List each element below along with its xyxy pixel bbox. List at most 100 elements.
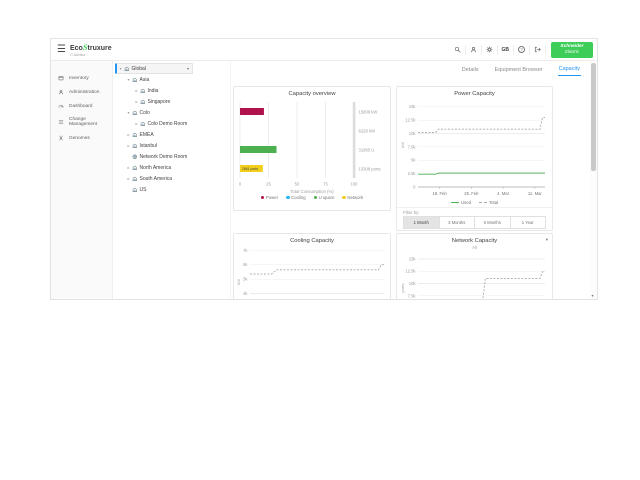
tree-item-label: US bbox=[140, 187, 147, 193]
location-icon bbox=[140, 88, 146, 94]
tree-item-label: Singapore bbox=[148, 99, 171, 105]
legend-network[interactable]: Network bbox=[342, 195, 363, 200]
locale-selector[interactable]: GB bbox=[498, 45, 515, 55]
tab-equipment-browser[interactable]: Equipment Browser bbox=[494, 64, 544, 76]
location-tree: ▾Global▾▾Asia▸India▸Singapore▾Colo▸Colo … bbox=[113, 61, 231, 299]
cooling-capacity-card: Cooling Capacity 7k6k5k4kkW bbox=[233, 233, 391, 300]
filter-divider bbox=[397, 207, 552, 208]
legend-label: Cooling bbox=[291, 195, 306, 200]
inventory-icon bbox=[58, 75, 64, 81]
svg-text:10k: 10k bbox=[409, 281, 417, 286]
tree-item-label: North America bbox=[140, 165, 172, 171]
svg-text:4. Mar: 4. Mar bbox=[497, 191, 509, 196]
sidebar-item-administration[interactable]: Administration bbox=[51, 85, 112, 99]
expand-caret-icon[interactable]: ▸ bbox=[125, 132, 132, 137]
tree-item-label: Istanbul bbox=[140, 143, 158, 149]
legend-line-sample-icon bbox=[451, 202, 459, 203]
tree-item-south-america[interactable]: ▸South America bbox=[113, 173, 230, 184]
legend-total[interactable]: Total bbox=[479, 200, 498, 205]
logo-text-pre: Eco bbox=[70, 45, 83, 52]
location-icon bbox=[132, 110, 138, 116]
top-bar: ☰ EcoStruxure IT Advisor GB ? bbox=[51, 39, 597, 61]
legend-line-sample-icon bbox=[479, 202, 487, 203]
network-capacity-chart: 15k12.5k10k7.5kports bbox=[400, 252, 549, 300]
svg-text:0: 0 bbox=[413, 185, 416, 190]
tree-item-us[interactable]: US bbox=[113, 184, 230, 195]
tree-item-istanbul[interactable]: ▸ Istanbul bbox=[113, 140, 230, 151]
expand-caret-icon[interactable]: ▸ bbox=[125, 176, 132, 181]
filter-by-label: Filter by: bbox=[403, 210, 552, 215]
bar-power bbox=[240, 108, 264, 115]
legend-power[interactable]: Power bbox=[261, 195, 278, 200]
menu-hamburger-icon[interactable]: ☰ bbox=[57, 45, 66, 55]
svg-text:15k: 15k bbox=[409, 104, 417, 109]
expand-caret-icon[interactable]: ▸ bbox=[125, 165, 132, 170]
legend-label: Used bbox=[461, 200, 471, 205]
tree-item-india[interactable]: ▸ India bbox=[113, 85, 230, 96]
expand-caret-icon[interactable]: ▸ bbox=[133, 121, 140, 126]
cooling-capacity-chart: 7k6k5k4kkW bbox=[236, 246, 388, 300]
sidebar-item-label: Change Management bbox=[69, 117, 110, 127]
tree-item-label: Colo bbox=[140, 110, 150, 116]
sidebar-item-label: Administration bbox=[69, 90, 99, 95]
schneider-electric-logo: Schneider Electric bbox=[551, 42, 593, 58]
legend-used[interactable]: Used bbox=[451, 200, 471, 205]
power-capacity-card: Power Capacity 15k12.5k10k7.5k5k2.5k0kW1… bbox=[396, 86, 553, 231]
app-logo: EcoStruxure IT Advisor bbox=[70, 43, 112, 57]
svg-text:7.5k: 7.5k bbox=[408, 144, 417, 149]
tree-item-label: India bbox=[148, 88, 159, 94]
legend-u-space[interactable]: U space bbox=[314, 195, 335, 200]
svg-text:75: 75 bbox=[323, 182, 328, 187]
svg-text:0: 0 bbox=[239, 182, 242, 187]
help-icon[interactable]: ? bbox=[514, 45, 530, 55]
filter-button-1-month[interactable]: 1 Month bbox=[403, 216, 440, 229]
sidebar-item-inventory[interactable]: Inventory bbox=[51, 71, 112, 85]
legend-dot-icon bbox=[342, 196, 346, 200]
sidebar-item-change-management[interactable]: Change Management bbox=[51, 113, 112, 131]
svg-text:5k: 5k bbox=[411, 158, 416, 163]
filter-button-1-year[interactable]: 1 Year bbox=[510, 216, 547, 229]
tree-item-emea[interactable]: ▸EMEA bbox=[113, 129, 230, 140]
sidebar-item-genomes[interactable]: Genomes bbox=[51, 131, 112, 145]
logout-icon[interactable] bbox=[530, 45, 546, 55]
collapse-caret-icon[interactable]: ▾ bbox=[125, 77, 132, 82]
svg-text:2.5k: 2.5k bbox=[408, 171, 417, 176]
expand-caret-icon[interactable]: ▸ bbox=[133, 99, 140, 104]
expand-caret-icon[interactable]: ▸ bbox=[125, 143, 132, 148]
legend-cooling[interactable]: Cooling bbox=[286, 195, 306, 200]
collapse-caret-icon[interactable]: ▾ bbox=[117, 66, 124, 71]
tree-dropdown-caret-icon[interactable]: ▾ bbox=[187, 66, 189, 71]
filter-button-6-months[interactable]: 6 Months bbox=[474, 216, 511, 229]
tree-item-north-america[interactable]: ▸ North America bbox=[113, 162, 230, 173]
svg-text:31965 U: 31965 U bbox=[359, 147, 375, 152]
tree-item-asia[interactable]: ▾Asia bbox=[113, 74, 230, 85]
svg-text:15808 kW: 15808 kW bbox=[359, 109, 378, 114]
expand-caret-icon[interactable]: ▸ bbox=[133, 88, 140, 93]
legend-dot-icon bbox=[286, 196, 290, 200]
settings-gear-icon[interactable] bbox=[482, 45, 498, 55]
left-sidebar: Inventory Administration Dashboard Change M… bbox=[51, 61, 113, 299]
tree-item-colo[interactable]: ▾ Colo bbox=[113, 107, 230, 118]
filter-button-3-months[interactable]: 3 Months bbox=[439, 216, 476, 229]
search-icon[interactable] bbox=[450, 45, 466, 55]
chart-options-caret-icon[interactable]: ▾ bbox=[546, 237, 548, 243]
network-capacity-subtitle[interactable]: All bbox=[397, 245, 552, 250]
collapse-caret-icon[interactable]: ▾ bbox=[125, 110, 132, 115]
user-icon[interactable] bbox=[466, 45, 482, 55]
sidebar-item-dashboard[interactable]: Dashboard bbox=[51, 99, 112, 113]
tree-item-network-demo-room[interactable]: Network Demo Room bbox=[113, 151, 230, 162]
scrollbar-thumb[interactable] bbox=[591, 63, 596, 171]
tab-details[interactable]: Details bbox=[461, 64, 480, 76]
location-icon bbox=[124, 66, 130, 72]
tab-capacity[interactable]: Capacity bbox=[558, 63, 581, 76]
tree-item-colo-demo-room[interactable]: ▸Colo Demo Room bbox=[113, 118, 230, 129]
tree-item-label: Global bbox=[132, 66, 146, 72]
tree-item-singapore[interactable]: ▸ Singapore bbox=[113, 96, 230, 107]
svg-text:100: 100 bbox=[351, 182, 359, 187]
tree-item-global[interactable]: ▾ Global ▾ bbox=[115, 63, 193, 74]
location-icon bbox=[132, 187, 138, 193]
network-capacity-card: ▾ Network Capacity All 15k12.5k10k7.5kpo… bbox=[396, 233, 553, 300]
svg-text:7.5k: 7.5k bbox=[408, 293, 417, 298]
scrollbar-down-arrow-icon[interactable]: ▾ bbox=[592, 293, 594, 298]
location-icon bbox=[140, 99, 146, 105]
